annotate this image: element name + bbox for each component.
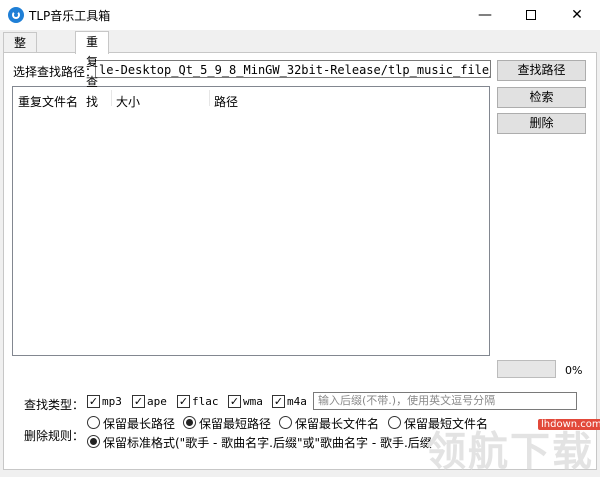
watermark-domain: lhdown.com xyxy=(538,419,600,430)
checkbox-label-flac: flac xyxy=(192,395,219,408)
checkbox-label-m4a: m4a xyxy=(287,395,307,408)
suffix-input[interactable]: 输入后缀(不带.)，使用英文逗号分隔 xyxy=(313,392,577,410)
checkbox-label-mp3: mp3 xyxy=(102,395,122,408)
radio-label-keep-longest-path: 保留最长路径 xyxy=(103,417,176,431)
column-header-size[interactable]: 大小 xyxy=(116,93,140,110)
path-input[interactable]: le-Desktop_Qt_5_9_8_MinGW_32bit-Release/… xyxy=(95,60,491,78)
radio-keep-standard-format[interactable] xyxy=(87,435,100,448)
checkbox-flac[interactable]: ✓ xyxy=(177,395,190,408)
checkbox-mp3[interactable]: ✓ xyxy=(87,395,100,408)
check-icon: ✓ xyxy=(273,395,284,408)
check-icon: ✓ xyxy=(88,395,99,408)
column-header-filename[interactable]: 重复文件名 xyxy=(18,93,78,110)
maximize-button[interactable] xyxy=(508,0,554,30)
check-icon: ✓ xyxy=(133,395,144,408)
window-title: TLP音乐工具箱 xyxy=(29,9,111,23)
column-header-path[interactable]: 路径 xyxy=(214,93,238,110)
path-label: 选择查找路径： xyxy=(13,65,98,79)
checkbox-wma[interactable]: ✓ xyxy=(228,395,241,408)
music-app-icon xyxy=(8,7,24,23)
radio-label-keep-shortest-path: 保留最短路径 xyxy=(199,417,272,431)
check-icon: ✓ xyxy=(178,395,189,408)
checkbox-ape[interactable]: ✓ xyxy=(132,395,145,408)
check-icon: ✓ xyxy=(229,395,240,408)
radio-keep-longest-filename[interactable] xyxy=(279,416,292,429)
checkbox-label-ape: ape xyxy=(147,395,167,408)
radio-keep-shortest-filename[interactable] xyxy=(388,416,401,429)
column-separator xyxy=(209,90,210,106)
checkbox-m4a[interactable]: ✓ xyxy=(272,395,285,408)
column-separator xyxy=(111,90,112,106)
search-button[interactable]: 检索 xyxy=(497,87,586,108)
radio-keep-longest-path[interactable] xyxy=(87,416,100,429)
find-type-label: 查找类型： xyxy=(24,398,85,412)
minimize-button[interactable]: — xyxy=(462,0,508,30)
checkbox-label-wma: wma xyxy=(243,395,263,408)
duplicate-files-table[interactable]: 重复文件名 大小 路径 xyxy=(12,86,490,356)
delete-button[interactable]: 删除 xyxy=(497,113,586,134)
radio-keep-shortest-path[interactable] xyxy=(183,416,196,429)
tab-organize[interactable]: 整理解析 xyxy=(3,32,38,110)
tab-duplicate-find[interactable]: 重复查找 xyxy=(75,31,110,109)
close-button[interactable]: ✕ xyxy=(554,0,600,30)
radio-label-keep-longest-filename: 保留最长文件名 xyxy=(295,417,380,431)
delete-rule-label: 删除规则： xyxy=(24,429,85,443)
maximize-icon xyxy=(526,10,536,20)
progress-bar xyxy=(497,360,556,378)
app-window: TLP音乐工具箱 — ✕ 整理解析 重复查找 选择查找路径： le-Deskto… xyxy=(0,0,600,475)
radio-label-keep-standard-format: 保留标准格式("歌手 - 歌曲名字.后缀"或"歌曲名字 - 歌手.后缀") xyxy=(103,436,433,450)
title-bar: TLP音乐工具箱 — ✕ xyxy=(0,0,600,30)
progress-percent: 0% xyxy=(565,364,583,377)
find-path-button[interactable]: 查找路径 xyxy=(497,60,586,81)
